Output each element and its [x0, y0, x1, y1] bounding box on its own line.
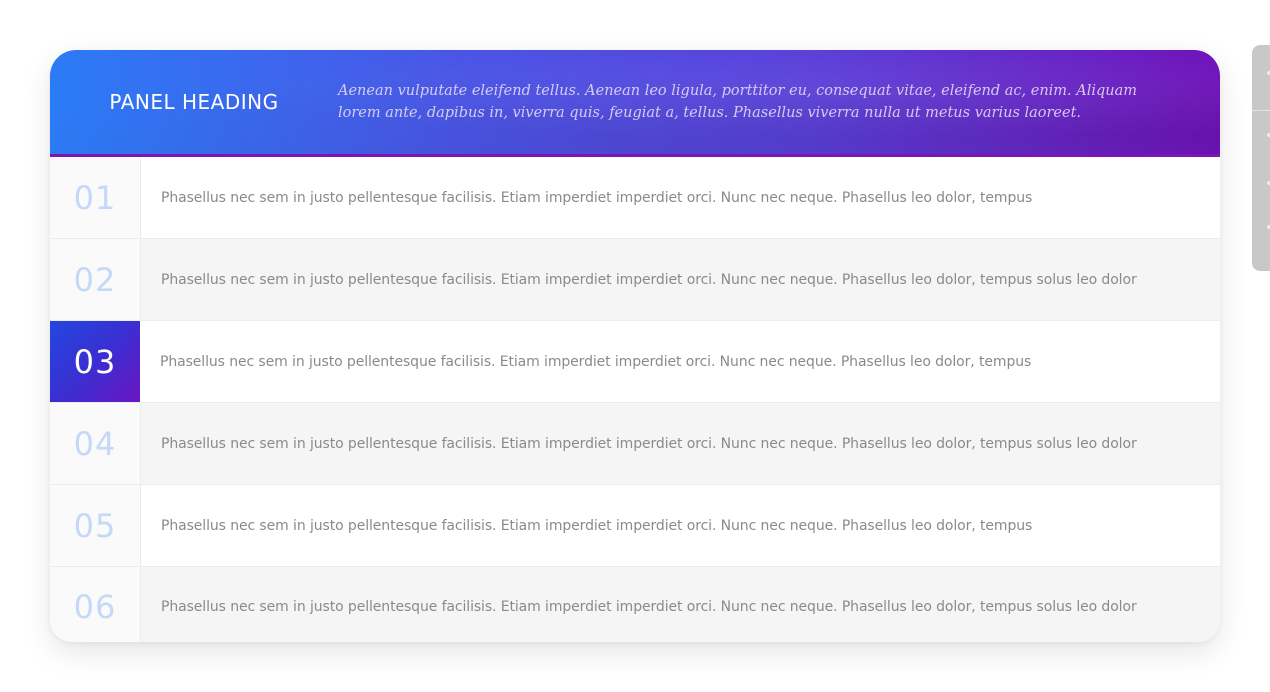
list-item-text: Phasellus nec sem in justo pellentesque … — [141, 157, 1220, 238]
list-item[interactable]: 05 Phasellus nec sem in justo pellentesq… — [50, 485, 1220, 567]
list-item[interactable]: 01 Phasellus nec sem in justo pellentesq… — [50, 157, 1220, 239]
list-item-number: 05 — [50, 485, 141, 566]
list-item-number: 03 — [50, 321, 140, 402]
list-item[interactable]: 02 Phasellus nec sem in justo pellentesq… — [50, 239, 1220, 321]
list-item-number: 06 — [50, 567, 141, 642]
widget-divider — [1252, 110, 1270, 111]
list-item-text: Phasellus nec sem in justo pellentesque … — [140, 321, 1220, 402]
panel-header: PANEL HEADING Aenean vulputate eleifend … — [50, 50, 1220, 157]
list-item[interactable]: 06 Phasellus nec sem in justo pellentesq… — [50, 567, 1220, 642]
list-item-number: 02 — [50, 239, 141, 320]
side-settings-widget[interactable] — [1252, 45, 1270, 271]
list-item-text: Phasellus nec sem in justo pellentesque … — [141, 567, 1220, 642]
panel-heading: PANEL HEADING — [109, 90, 279, 114]
list-item-number: 04 — [50, 403, 141, 484]
panel: PANEL HEADING Aenean vulputate eleifend … — [50, 50, 1220, 642]
list-item[interactable]: 04 Phasellus nec sem in justo pellentesq… — [50, 403, 1220, 485]
panel-description: Aenean vulputate eleifend tellus. Aenean… — [338, 83, 1138, 121]
list-item-number: 01 — [50, 157, 141, 238]
list-item-text: Phasellus nec sem in justo pellentesque … — [141, 485, 1220, 566]
list-item-text: Phasellus nec sem in justo pellentesque … — [141, 403, 1220, 484]
list-item[interactable]: 03 Phasellus nec sem in justo pellentesq… — [50, 321, 1220, 403]
list-item-text: Phasellus nec sem in justo pellentesque … — [141, 239, 1220, 320]
panel-list: 01 Phasellus nec sem in justo pellentesq… — [50, 157, 1220, 642]
